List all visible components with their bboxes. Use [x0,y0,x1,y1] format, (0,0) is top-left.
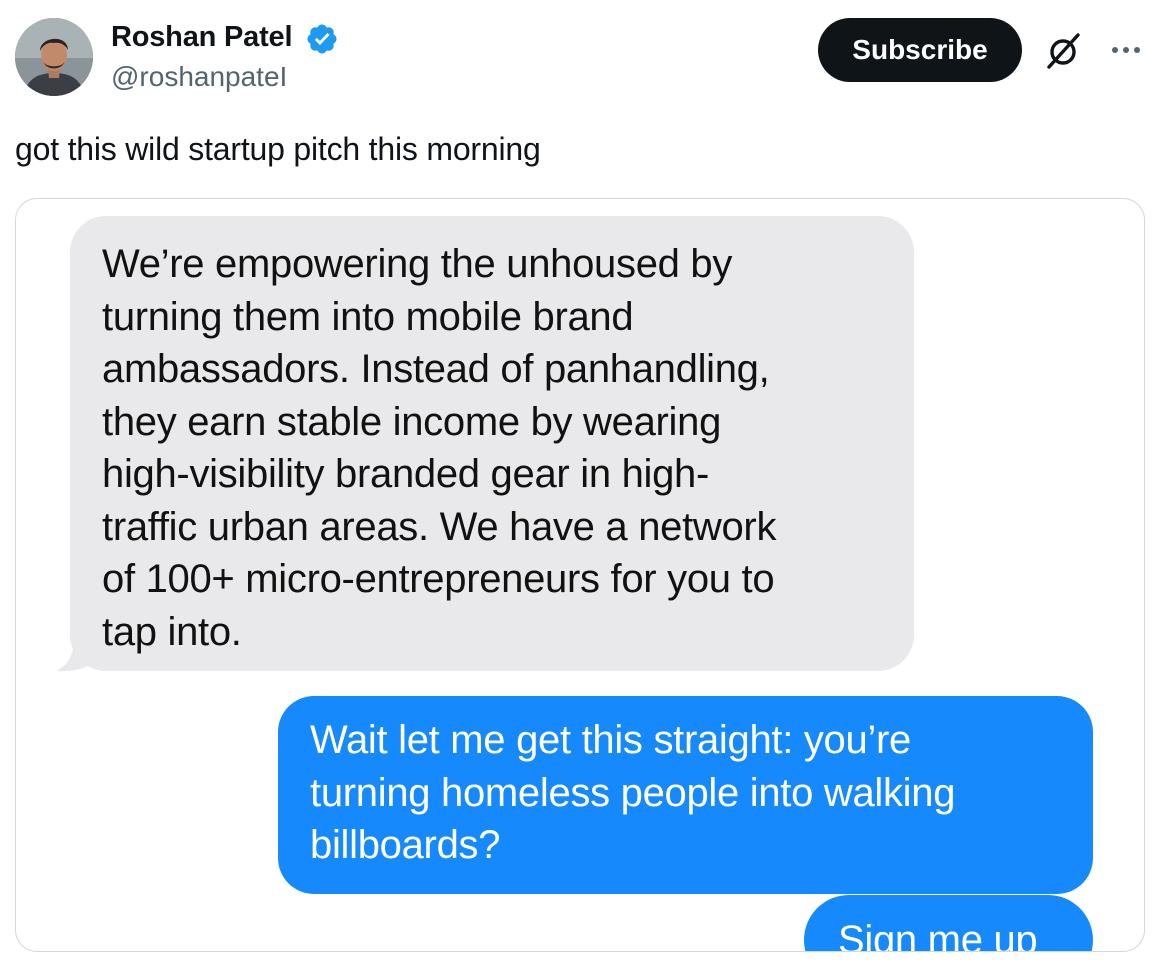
subscribe-button[interactable]: Subscribe [818,18,1022,82]
media-card[interactable]: We’re empowering the unhoused by turning… [15,198,1145,952]
post-text: got this wild startup pitch this morning [15,131,541,167]
received-message-bubble: We’re empowering the unhoused by turning… [70,216,914,671]
received-message-line: high-visibility branded gear in high- [102,452,710,496]
sent-message-bubble: Wait let me get this straight: you’re tu… [278,696,1093,894]
avatar[interactable] [15,18,93,96]
avatar-image [15,18,93,96]
sent-message-line: billboards? [310,823,501,867]
author-name[interactable]: Roshan Patel [111,21,293,54]
author-handle[interactable]: @roshanpateI [111,61,287,93]
grok-icon[interactable] [1042,30,1084,72]
received-message-line: ambassadors. Instead of panhandling, [102,347,770,391]
sent-message-bubble-2: Sign me up [804,895,1093,951]
received-message-line: traffic urban areas. We have a network [102,504,777,549]
received-message-line: of 100+ micro-entrepreneurs for you to [102,557,775,601]
post: Roshan Patel @roshanpateI Subscribe got … [0,0,1160,968]
verified-badge-icon [307,24,337,54]
received-message-line: tap into. [102,609,242,654]
received-message-line: they earn stable income by wearing [102,399,722,444]
sent-message-line: turning homeless people into walking [310,770,956,815]
sent-message-line: Wait let me get this straight: you’re [310,718,911,762]
more-horizontal-icon[interactable] [1108,32,1144,68]
received-message-line: turning them into mobile brand [102,294,634,339]
received-message-line: We’re empowering the unhoused by [102,242,733,286]
